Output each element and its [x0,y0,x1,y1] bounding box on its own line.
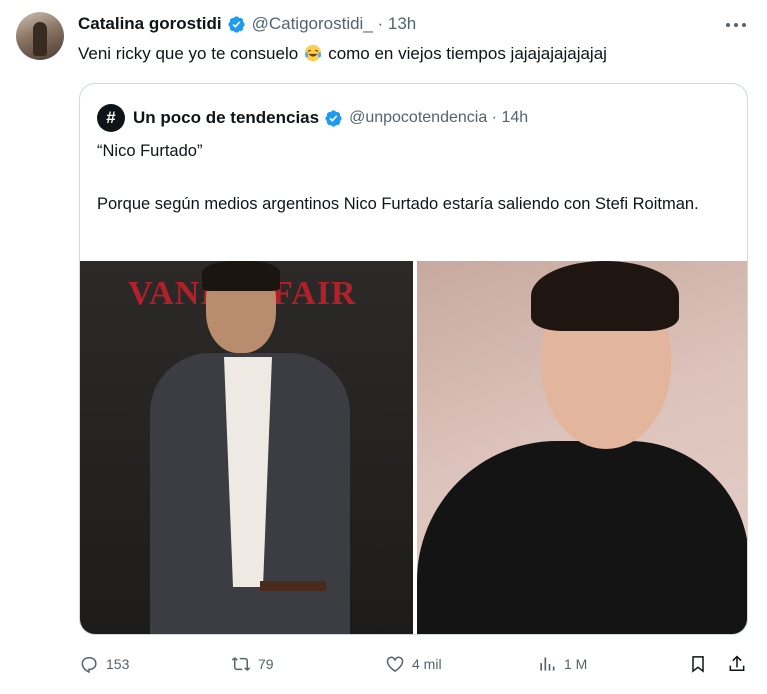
photo-man-in-suit[interactable]: VANITY FAIR [80,261,413,634]
quoted-tweet-header: # Un poco de tendencias @unpocotendencia… [97,104,528,132]
share-icon[interactable] [727,654,747,674]
author-handle-time[interactable]: @Catigorostidi_ · 13h [252,14,417,34]
quoted-tweet[interactable]: # Un poco de tendencias @unpocotendencia… [79,83,748,635]
quoted-author-name[interactable]: Un poco de tendencias [133,108,319,128]
verified-badge-icon [325,109,342,127]
like-button[interactable]: 4 mil [385,654,442,674]
quoted-tweet-line2: Porque según medios argentinos Nico Furt… [97,195,699,213]
tweet-text-part1: Veni ricky que yo te consuelo [78,44,299,63]
quoted-author-avatar[interactable]: # [97,104,125,132]
views-button[interactable]: 1 M [537,654,587,674]
heart-icon [386,656,404,672]
bookmark-icon[interactable] [688,654,708,674]
reply-button[interactable]: 153 [79,654,129,674]
tweet-actions: 153 79 4 mil 1 M [0,654,767,678]
tweet-text-part2: como en viejos tiempos jajajajajajajaj [328,44,607,63]
media-grid: VANITY FAIR [80,261,747,634]
views-chart-icon [540,657,555,671]
tweet-header: Catalina gorostidi @Catigorostidi_ · 13h [78,14,416,34]
verified-badge-icon [227,15,245,33]
quoted-tweet-line1: “Nico Furtado” [97,142,203,160]
retweet-icon [231,657,251,671]
reply-count: 153 [106,656,130,672]
author-avatar[interactable] [16,12,64,60]
author-name[interactable]: Catalina gorostidi [78,14,222,34]
photo-smiling-woman[interactable] [416,261,747,634]
retweet-button[interactable]: 79 [231,654,274,674]
retweet-count: 79 [258,656,274,672]
crying-laughing-emoji-icon [305,44,322,62]
like-count: 4 mil [412,656,442,672]
quoted-author-handle-time: @unpocotendencia · 14h [349,109,529,126]
reply-icon [81,657,97,674]
tweet-text: Veni ricky que yo te consuelo como en vie… [78,44,607,64]
more-options-icon[interactable] [723,12,749,38]
views-count: 1 M [564,656,588,672]
